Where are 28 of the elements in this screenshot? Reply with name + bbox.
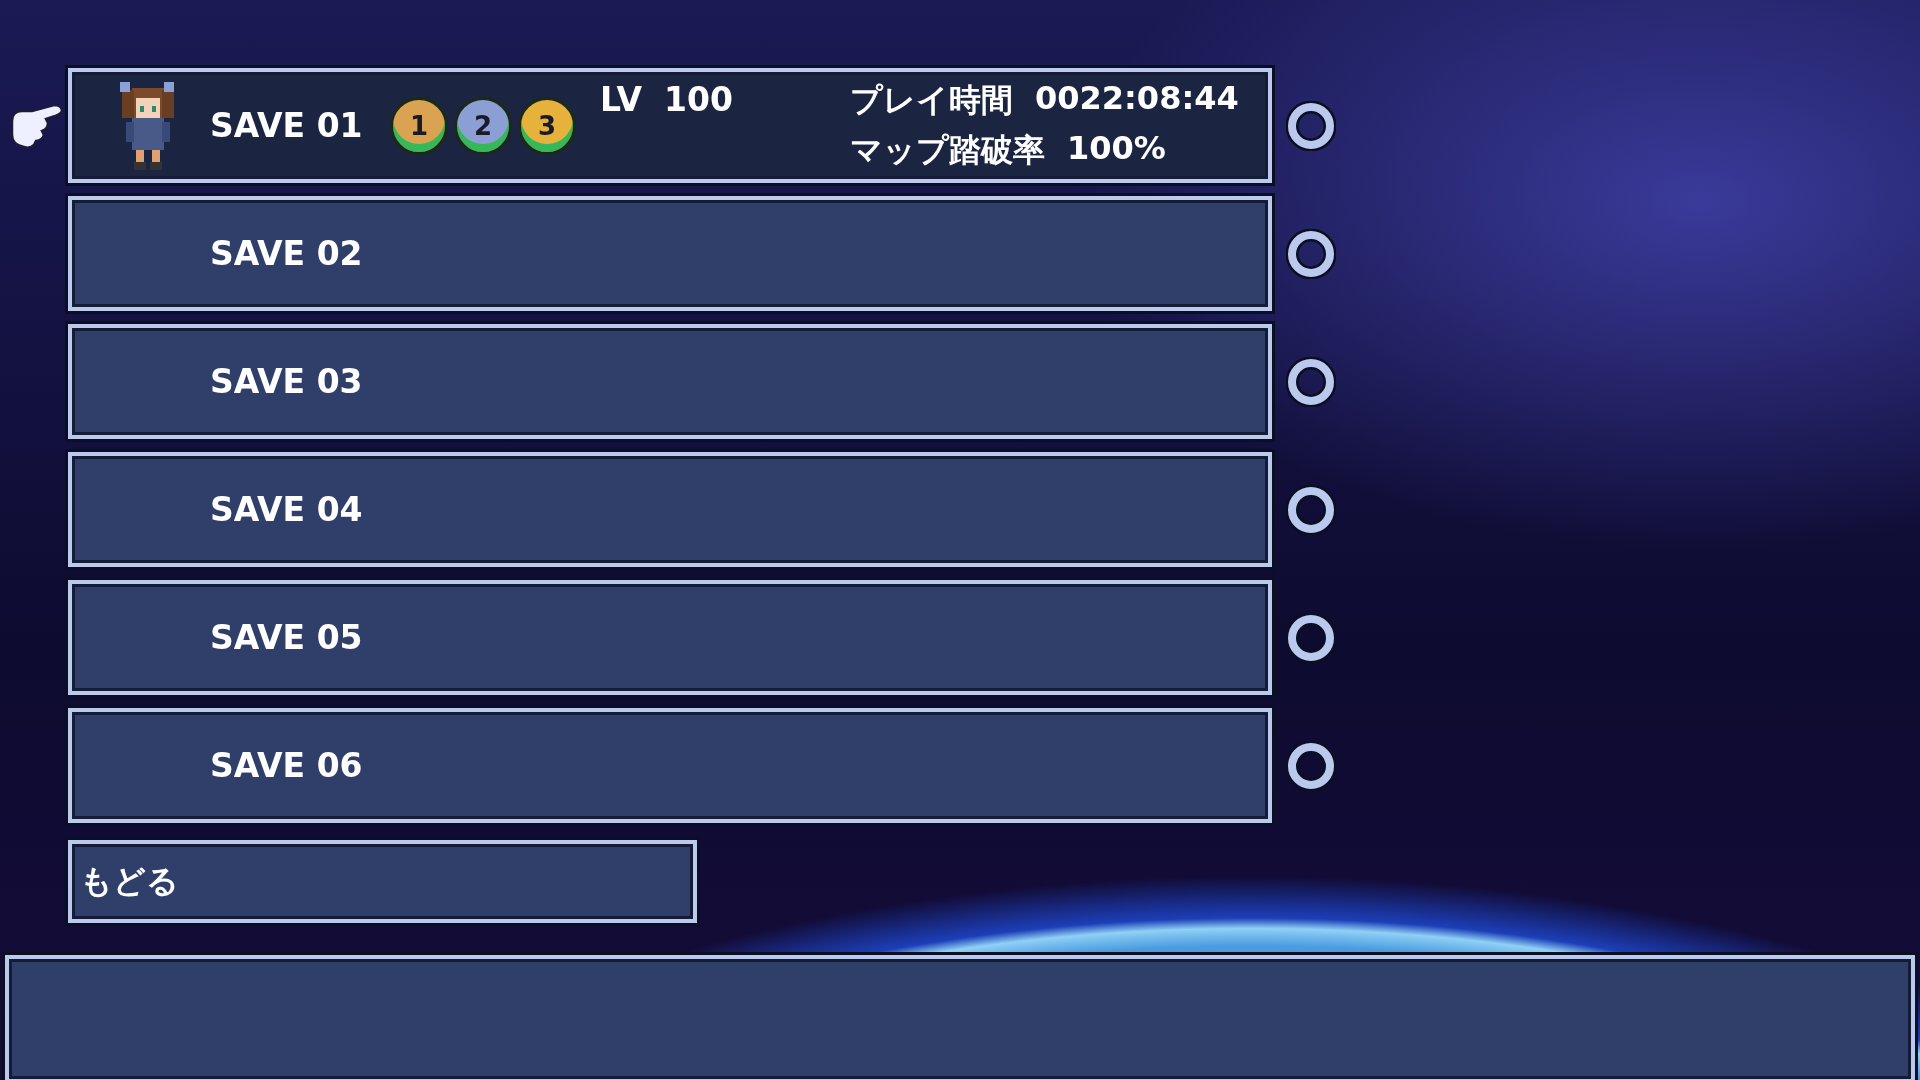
circle-icon [1286,100,1336,151]
medal-icon: 2 [454,96,512,155]
save-slot[interactable]: SAVE 06 [68,708,1272,823]
circle-icon [1286,356,1336,407]
save-slot[interactable]: SAVE 03 [68,324,1272,439]
slot-label: SAVE 04 [210,490,364,529]
map-completion-label: マップ踏破率 [850,129,1045,171]
save-slot[interactable]: SAVE 04 [68,452,1272,567]
level-label: LV [600,80,643,119]
slot-label: SAVE 05 [210,618,364,657]
circle-icon [1286,612,1336,663]
back-button[interactable]: もどる [68,840,697,923]
circle-icon [1286,740,1336,791]
save-slot[interactable]: SAVE 01 1 2 3 LV 100 プレイ時間 0022:08:44 マップ踏破率 100% [68,68,1272,183]
playtime-value: 0022:08:44 [1035,78,1239,119]
save-slot[interactable]: SAVE 02 [68,196,1272,311]
playtime-label: プレイ時間 [850,79,1013,121]
medal-icon: 3 [518,96,576,155]
save-slot[interactable]: SAVE 05 [68,580,1272,695]
medal-icon: 1 [390,96,448,155]
slot-label: SAVE 02 [210,234,364,273]
map-completion-value: 100% [1067,128,1166,169]
slot-label: SAVE 06 [210,746,364,785]
circle-icon [1286,484,1336,535]
slot-label: SAVE 01 [210,106,364,145]
slot-label: SAVE 03 [210,362,364,401]
circle-icon [1286,228,1336,279]
level-value: 100 [664,80,733,119]
